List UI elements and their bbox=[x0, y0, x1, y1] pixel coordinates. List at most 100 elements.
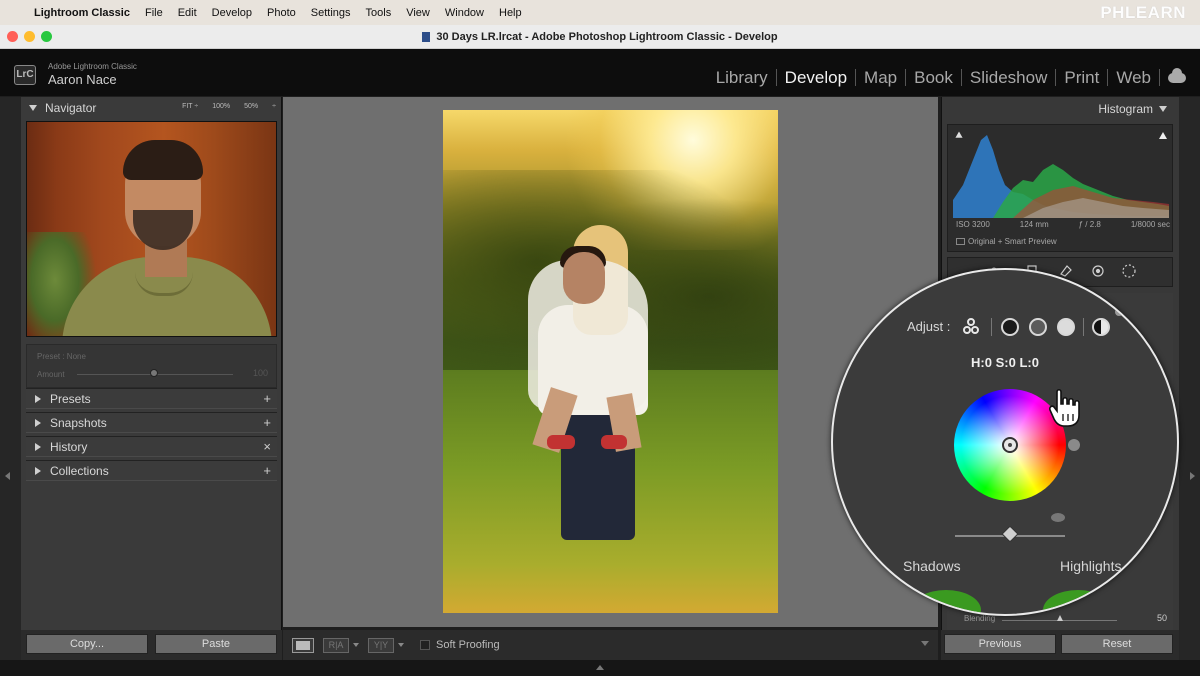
navigator-zoom-options: FIT ÷ 100% 50% ÷ bbox=[182, 103, 276, 110]
paste-button[interactable]: Paste bbox=[155, 634, 277, 654]
section-presets[interactable]: Presets + bbox=[26, 388, 277, 409]
amount-value: 100 bbox=[252, 368, 268, 378]
highlights-label: Highlights bbox=[1060, 558, 1122, 574]
menu-file[interactable]: File bbox=[145, 7, 163, 19]
adjust-separator bbox=[991, 318, 992, 336]
collapsed-triangle-icon bbox=[35, 394, 41, 403]
add-preset-icon[interactable]: + bbox=[263, 391, 271, 406]
before-after-icon[interactable]: R|A bbox=[323, 637, 349, 653]
user-name: Aaron Nace bbox=[48, 72, 117, 87]
menu-lightroom-classic[interactable]: Lightroom Classic bbox=[34, 7, 130, 19]
before-after-dropdown-icon[interactable] bbox=[353, 643, 359, 647]
midtones-view-icon[interactable] bbox=[1029, 318, 1047, 336]
man-head bbox=[563, 252, 605, 304]
expand-filmstrip-icon[interactable] bbox=[596, 665, 604, 670]
eye-icon[interactable] bbox=[1051, 513, 1065, 522]
document-icon bbox=[422, 31, 431, 42]
color-wheel-handle[interactable] bbox=[1002, 437, 1018, 453]
menu-photo[interactable]: Photo bbox=[267, 7, 296, 19]
preview-status: Original + Smart Preview bbox=[956, 237, 1057, 246]
mac-menu-bar: Lightroom Classic File Edit Develop Phot… bbox=[0, 0, 1200, 25]
module-slideshow[interactable]: Slideshow bbox=[962, 69, 1057, 86]
module-web[interactable]: Web bbox=[1108, 69, 1160, 86]
global-view-icon[interactable] bbox=[1092, 318, 1110, 336]
menu-window[interactable]: Window bbox=[445, 7, 484, 19]
main-photo[interactable] bbox=[443, 110, 778, 613]
module-picker: Library Develop Map Book Slideshow Print… bbox=[708, 67, 1186, 86]
luminance-slider-thumb[interactable] bbox=[1001, 525, 1019, 543]
zoom-fit[interactable]: FIT ÷ bbox=[182, 103, 198, 110]
section-collections[interactable]: Collections + bbox=[26, 460, 277, 481]
lrc-logo: LrC bbox=[14, 65, 36, 85]
zoom-more[interactable]: ÷ bbox=[272, 103, 276, 110]
swap-dropdown-icon[interactable] bbox=[398, 643, 404, 647]
module-map[interactable]: Map bbox=[856, 69, 907, 86]
add-collection-icon[interactable]: + bbox=[263, 463, 271, 478]
healing-icon bbox=[1060, 265, 1072, 277]
collapsed-triangle-icon bbox=[35, 442, 41, 451]
histogram[interactable]: ISO 3200 124 mm ƒ / 2.8 1/8000 sec Origi… bbox=[947, 124, 1173, 252]
wheel-saturation-dot[interactable] bbox=[1068, 439, 1080, 451]
expand-triangle-icon bbox=[29, 105, 37, 111]
zoom-window-button[interactable] bbox=[41, 31, 52, 42]
presenter-hair bbox=[123, 140, 203, 180]
section-label: Collections bbox=[50, 463, 109, 478]
red-shoe-left bbox=[547, 435, 575, 449]
cloud-sync-icon[interactable] bbox=[1168, 67, 1186, 83]
module-print[interactable]: Print bbox=[1056, 69, 1109, 86]
collapsed-triangle-icon bbox=[35, 418, 41, 427]
menu-edit[interactable]: Edit bbox=[178, 7, 197, 19]
navigator-preview[interactable] bbox=[26, 121, 277, 337]
section-history[interactable]: History × bbox=[26, 436, 277, 457]
navigator-header[interactable]: Navigator FIT ÷ 100% 50% ÷ bbox=[21, 97, 282, 119]
amount-label: Amount bbox=[37, 370, 65, 379]
reset-button[interactable]: Reset bbox=[1061, 634, 1173, 654]
blending-value[interactable]: 50 bbox=[1157, 613, 1167, 623]
close-window-button[interactable] bbox=[7, 31, 18, 42]
section-snapshots[interactable]: Snapshots + bbox=[26, 412, 277, 433]
amount-slider-thumb[interactable] bbox=[150, 369, 159, 377]
zoom-100[interactable]: 100% bbox=[212, 103, 230, 110]
zoom-50[interactable]: 50% bbox=[244, 103, 258, 110]
minimize-window-button[interactable] bbox=[24, 31, 35, 42]
develop-toolbar: R|A Y|Y Soft Proofing bbox=[283, 630, 938, 660]
window-title: 30 Days LR.lrcat - Adobe Photoshop Light… bbox=[436, 30, 778, 43]
menu-tools[interactable]: Tools bbox=[366, 7, 392, 19]
section-label: History bbox=[50, 439, 88, 454]
loupe-view-icon[interactable] bbox=[292, 637, 314, 653]
menu-help[interactable]: Help bbox=[499, 7, 522, 19]
product-name: Adobe Lightroom Classic bbox=[48, 62, 137, 71]
highlights-view-icon[interactable] bbox=[1057, 318, 1075, 336]
collapse-left-panel-icon[interactable] bbox=[5, 472, 10, 480]
menu-develop[interactable]: Develop bbox=[212, 7, 252, 19]
window-controls bbox=[7, 31, 52, 42]
shadows-view-icon[interactable] bbox=[1001, 318, 1019, 336]
focal-length: 124 mm bbox=[1019, 220, 1049, 229]
three-way-view-icon[interactable] bbox=[963, 318, 981, 336]
copy-button[interactable]: Copy... bbox=[26, 634, 148, 654]
menu-view[interactable]: View bbox=[406, 7, 430, 19]
panel-switch-dot[interactable] bbox=[1115, 308, 1123, 316]
before-after-swap-icon[interactable]: Y|Y bbox=[368, 637, 394, 653]
module-library[interactable]: Library bbox=[708, 69, 777, 86]
histogram-header[interactable]: Histogram bbox=[1098, 102, 1167, 116]
blending-slider-thumb[interactable] bbox=[1056, 615, 1063, 621]
phlearn-watermark: PHLEARN bbox=[1100, 3, 1186, 22]
clear-history-icon[interactable]: × bbox=[263, 439, 271, 454]
menu-settings[interactable]: Settings bbox=[311, 7, 351, 19]
previous-button[interactable]: Previous bbox=[944, 634, 1056, 654]
red-shoe-right bbox=[601, 435, 627, 449]
soft-proofing-checkbox[interactable] bbox=[420, 640, 430, 650]
histogram-graph bbox=[953, 130, 1169, 218]
add-snapshot-icon[interactable]: + bbox=[263, 415, 271, 430]
module-book[interactable]: Book bbox=[906, 69, 962, 86]
module-develop[interactable]: Develop bbox=[777, 69, 857, 86]
preview-label: Original + Smart Preview bbox=[968, 237, 1057, 246]
left-panel-footer: Copy... Paste bbox=[21, 630, 282, 660]
toolbar-options-icon[interactable] bbox=[921, 641, 929, 646]
collapse-right-panel-icon[interactable] bbox=[1190, 472, 1195, 480]
left-panel: Navigator FIT ÷ 100% 50% ÷ Preset : None… bbox=[21, 97, 282, 660]
soft-proofing-label: Soft Proofing bbox=[436, 639, 500, 651]
shutter-speed: 1/8000 sec bbox=[1130, 220, 1170, 229]
hand-cursor-icon bbox=[1049, 388, 1080, 427]
